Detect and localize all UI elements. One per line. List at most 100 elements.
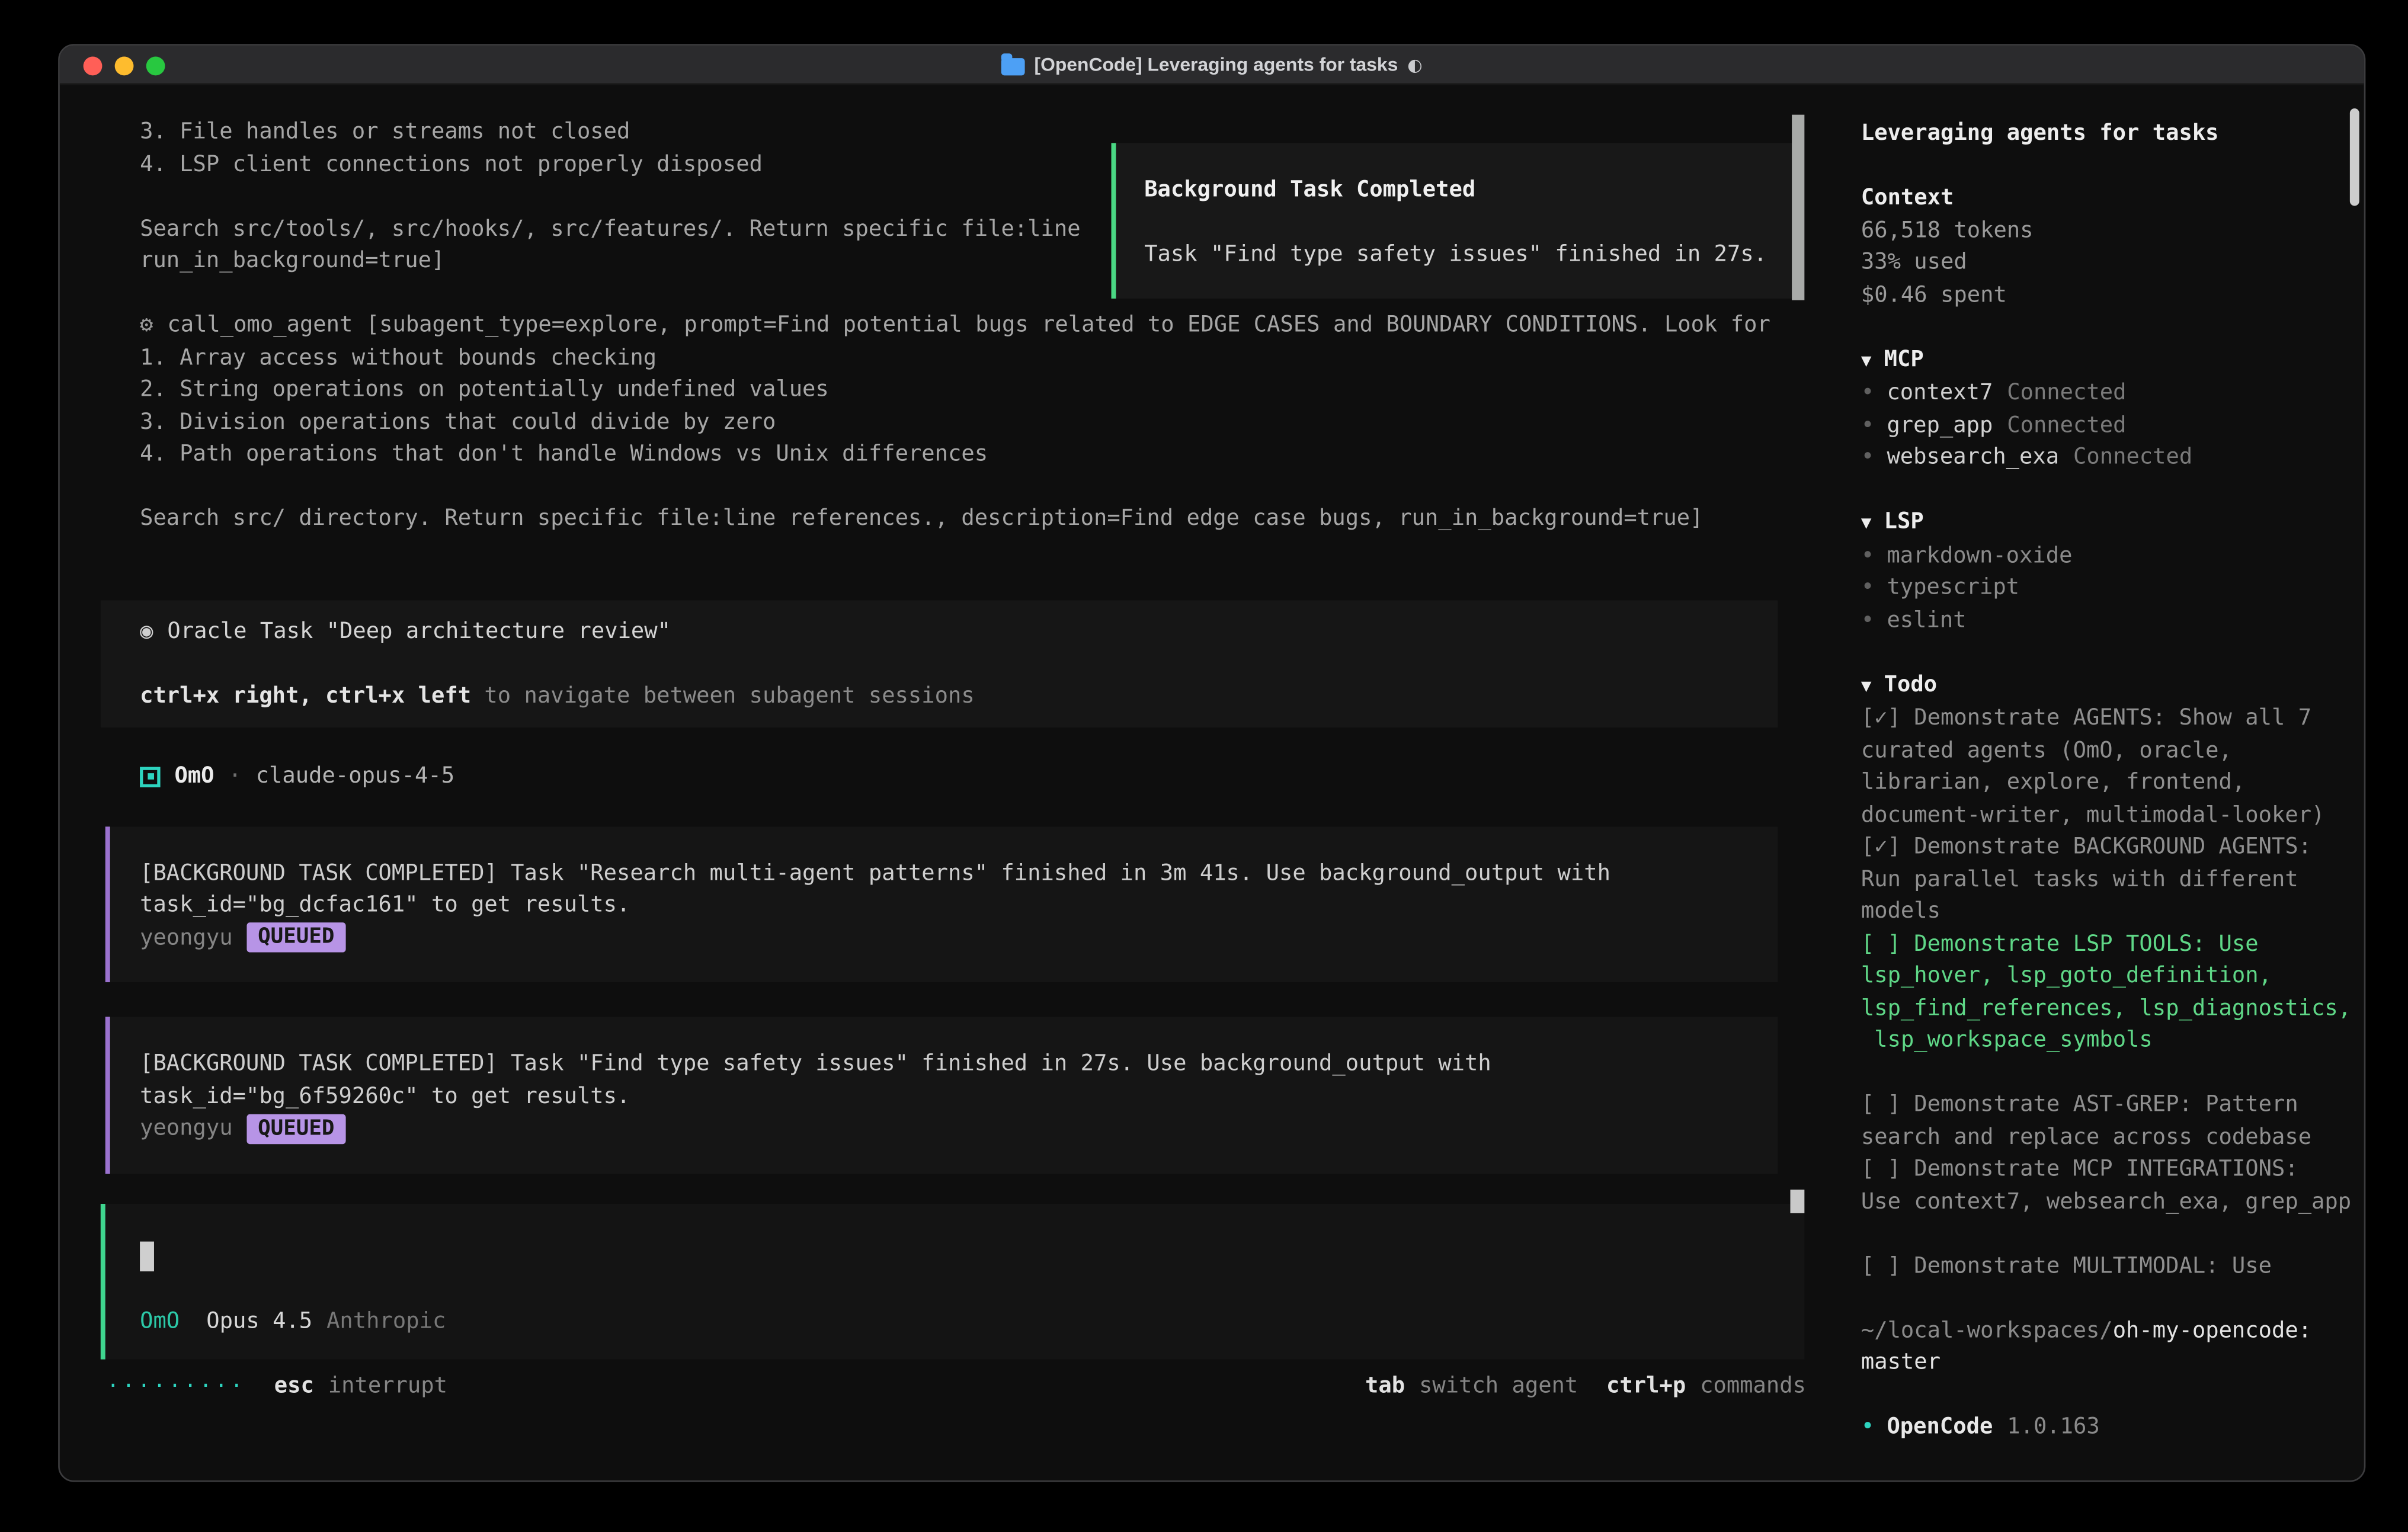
toast-body: Task "Find type safety issues" finished … [1144, 239, 1773, 271]
mcp-item: • context7 Connected [1861, 377, 2352, 409]
lsp-name: typescript [1887, 575, 2019, 600]
collapse-triangle-icon: ▼ [1861, 512, 1872, 533]
transcript-line: Search src/ directory. Return specific f… [101, 503, 1837, 535]
mcp-heading: MCP [1884, 347, 1924, 371]
todo-heading-row[interactable]: ▼ Todo [1861, 669, 2352, 703]
close-window-button[interactable] [84, 56, 103, 75]
lsp-heading-row[interactable]: ▼ LSP [1861, 506, 2352, 540]
status-bar: ········· esc interrupt tab switch agent c… [107, 1370, 1806, 1404]
mcp-name: grep_app [1887, 412, 1993, 437]
interrupt-label: interrupt [328, 1373, 447, 1398]
desktop: [OpenCode] Leveraging agents for tasks ◐… [0, 0, 2408, 1532]
lsp-name: markdown-oxide [1887, 543, 2072, 568]
todo-heading: Todo [1884, 672, 1937, 697]
interrupt-hint: esc interrupt [274, 1370, 447, 1402]
background-task-message: [BACKGROUND TASK COMPLETED] Task "Find t… [105, 1017, 1778, 1173]
switch-agent-hint: tab switch agent [1365, 1370, 1578, 1402]
zoom-window-button[interactable] [146, 56, 165, 75]
transcript-blank-line [101, 470, 1837, 502]
app-version-row: •OpenCode1.0.163 [1861, 1411, 2352, 1443]
sidebar-scrollbar-thumb[interactable] [2350, 108, 2359, 206]
oracle-task-title-row: ◉Oracle Task "Deep architecture review" [140, 616, 1753, 648]
chat-pane[interactable]: 3. File handles or streams not closed 4.… [60, 85, 1837, 1480]
workspace-path: ~/local-workspaces/ [1861, 1318, 2113, 1342]
mcp-name: websearch_exa [1887, 445, 2059, 470]
message-text: [BACKGROUND TASK COMPLETED] Task "Resear… [140, 857, 1749, 922]
context-heading: Context [1861, 182, 2352, 214]
input-cursor-row [140, 1241, 1776, 1273]
window-title-group: [OpenCode] Leveraging agents for tasks ◐ [1001, 53, 1423, 75]
mcp-item: • websearch_exa Connected [1861, 441, 2352, 473]
agent-header: OmO · claude-opus-4-5 [101, 761, 1837, 793]
todo-item: [✓] Demonstrate AGENTS: Show all 7 curat… [1861, 703, 2352, 832]
tab-key-hint: tab [1365, 1373, 1405, 1398]
workspace-path-row: ~/local-workspaces/oh-my-opencode: [1861, 1315, 2352, 1347]
transcript-line: 4. Path operations that don't handle Win… [101, 438, 1837, 470]
subagent-navigation-hint: ctrl+x right, ctrl+x left to navigate be… [140, 680, 1753, 711]
app-version: 1.0.163 [2007, 1414, 2100, 1439]
todo-section: ▼ Todo [✓] Demonstrate AGENTS: Show all 7… [1861, 669, 2352, 1283]
mcp-heading-row[interactable]: ▼ MCP [1861, 344, 2352, 377]
workspace-branch: master [1861, 1347, 2352, 1379]
mcp-item: •grep_appConnected [1861, 409, 2352, 441]
status-bar-right: tabswitch agent ctrl+pcommands [1365, 1370, 1806, 1402]
window-titlebar[interactable]: [OpenCode] Leveraging agents for tasks ◐ [60, 46, 2364, 85]
tool-call-line: ⚙call_omo_agent [subagent_type=explore, … [101, 310, 1837, 342]
queued-status-badge: QUEUED [247, 1114, 346, 1143]
sidebar[interactable]: Leveraging agents for tasks Context 66,5… [1837, 85, 2364, 1480]
lsp-section: ▼LSP •markdown-oxide •typescript •eslint [1861, 506, 2352, 636]
bullet-icon: • [1861, 412, 1874, 437]
ctrl-p-key-hint: ctrl+p [1606, 1373, 1686, 1398]
mcp-status: Connected [2073, 445, 2192, 470]
bullet-icon: • [1861, 445, 1874, 470]
message-author: yeongyu [140, 1113, 233, 1145]
chat-scrollbar-thumb[interactable] [1790, 1190, 1804, 1213]
context-tokens: 66,518 tokens [1861, 214, 2352, 246]
lsp-heading: LSP [1884, 509, 1924, 534]
collapse-triangle-icon: ▼ [1861, 350, 1872, 370]
todo-item: [ ] Demonstrate AST-GREP: Pattern search… [1861, 1089, 2352, 1153]
hint-keybindings: ctrl+x right, ctrl+x left [140, 683, 471, 708]
working-spinner-dots: ········· [107, 1372, 246, 1404]
opencode-window: [OpenCode] Leveraging agents for tasks ◐… [58, 44, 2365, 1482]
switch-agent-label: switch agent [1419, 1373, 1578, 1398]
transcript-line: 3. Division operations that could divide… [101, 406, 1837, 438]
context-spent: $0.46 spent [1861, 279, 2352, 311]
loading-half-circle-icon: ◐ [1407, 55, 1422, 75]
agent-model: claude-opus-4-5 [256, 761, 454, 793]
toast-blank-line [1144, 207, 1773, 239]
workspace-info: ~/local-workspaces/oh-my-opencode: maste… [1861, 1315, 2352, 1379]
todo-item: [ ] Demonstrate MCP INTEGRATIONS: Use co… [1861, 1153, 2352, 1218]
queued-status-badge: QUEUED [247, 923, 346, 953]
window-title: [OpenCode] Leveraging agents for tasks [1035, 53, 1398, 75]
oracle-task-title: Oracle Task "Deep architecture review" [167, 618, 671, 643]
message-author: yeongyu [140, 922, 233, 954]
collapse-triangle-icon: ▼ [1861, 675, 1872, 695]
bullet-icon: • [1861, 1414, 1874, 1439]
oracle-task-panel: ◉Oracle Task "Deep architecture review" … [101, 600, 1778, 727]
input-blank-line [140, 1273, 1776, 1305]
input-agent-meta: OmO Opus 4.5 Anthropic [140, 1305, 1776, 1337]
toast-scrollbar-thumb[interactable] [1792, 115, 1804, 300]
lsp-name: eslint [1887, 607, 1966, 632]
mcp-status: Connected [2007, 380, 2126, 405]
message-footer: yeongyu QUEUED [140, 922, 1749, 954]
separator-dot: · [228, 761, 241, 793]
minimize-window-button[interactable] [115, 56, 134, 75]
hint-description: to navigate between subagent sessions [471, 683, 975, 708]
tool-call-text: call_omo_agent [subagent_type=explore, p… [167, 313, 1770, 338]
text-cursor [140, 1242, 154, 1271]
esc-key-hint: esc [274, 1373, 314, 1398]
mcp-name: context7 [1887, 380, 1993, 405]
bullet-icon: • [1861, 380, 1874, 405]
session-title: Leveraging agents for tasks [1861, 118, 2352, 150]
todo-item: [✓] Demonstrate BACKGROUND AGENTS: Run p… [1861, 831, 2352, 928]
bullet-icon: • [1861, 575, 1874, 600]
transcript-line: 1. Array access without bounds checking [101, 342, 1837, 374]
message-footer: yeongyu QUEUED [140, 1113, 1749, 1145]
active-model-provider: Anthropic [326, 1305, 446, 1337]
mcp-section: ▼ MCP • context7 Connected • grep_app Connect… [1861, 344, 2352, 474]
transcript-line: 2. String operations on potentially unde… [101, 374, 1837, 406]
prompt-input[interactable]: OmO Opus 4.5 Anthropic [101, 1203, 1805, 1360]
traffic-lights [84, 46, 165, 85]
